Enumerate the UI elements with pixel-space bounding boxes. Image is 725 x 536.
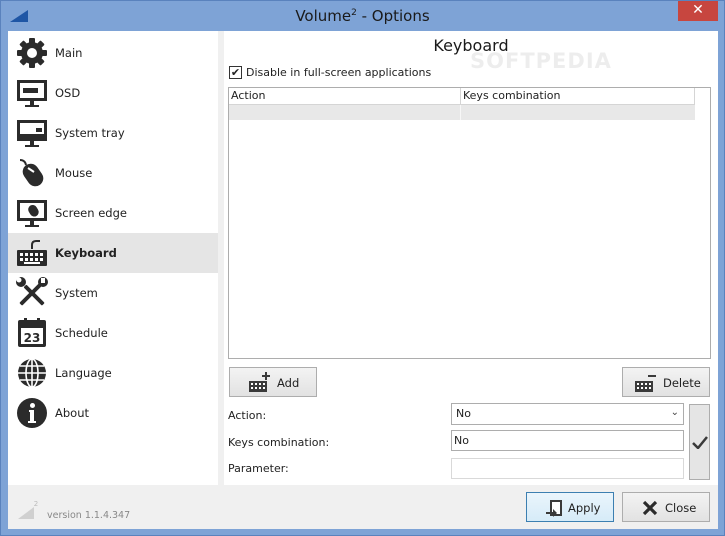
sidebar-item-mouse[interactable]: Mouse bbox=[8, 153, 218, 193]
add-button-label: Add bbox=[277, 376, 300, 390]
window-close-button[interactable]: ✕ bbox=[678, 1, 718, 21]
apply-button[interactable]: Apply bbox=[526, 492, 614, 522]
version-text: version 1.1.4.347 bbox=[47, 510, 131, 521]
sidebar-item-main[interactable]: Main bbox=[8, 33, 218, 73]
logo-superscript: 2 bbox=[34, 500, 38, 508]
close-icon: ✕ bbox=[692, 2, 704, 18]
sidebar-item-about[interactable]: About bbox=[8, 393, 218, 433]
sidebar-item-screen-edge[interactable]: Screen edge bbox=[8, 193, 218, 233]
options-window: Volume2 - Options ✕ Main OSD System tray… bbox=[0, 0, 725, 536]
keyboard-icon bbox=[17, 240, 47, 266]
sidebar-item-label: System bbox=[55, 286, 98, 300]
sidebar-item-osd[interactable]: OSD bbox=[8, 73, 218, 113]
x-mark-icon bbox=[642, 500, 658, 516]
table-row[interactable] bbox=[229, 105, 695, 120]
keys-combination-value: No bbox=[454, 434, 469, 447]
sidebar-item-label: Screen edge bbox=[55, 206, 127, 220]
client-area: Main OSD System tray Mouse Screen edge K… bbox=[8, 31, 718, 529]
cell-divider bbox=[460, 105, 461, 120]
parameter-label: Parameter: bbox=[228, 462, 289, 475]
calendar-day-number: 23 bbox=[24, 331, 41, 345]
window-title: Volume2 - Options bbox=[295, 7, 430, 25]
page-title: Keyboard bbox=[433, 36, 509, 55]
checkmark-icon bbox=[692, 436, 708, 449]
volume-logo-icon: 2 bbox=[18, 500, 38, 519]
sidebar-item-system-tray[interactable]: System tray bbox=[8, 113, 218, 153]
apply-button-label: Apply bbox=[568, 501, 601, 515]
checkbox-label: Disable in full-screen applications bbox=[246, 66, 432, 79]
keyboard-settings-panel: SOFTPEDIA Keyboard ✔ Disable in full-scr… bbox=[224, 31, 718, 485]
column-header-keys-combination[interactable]: Keys combination bbox=[461, 88, 695, 104]
sidebar-item-label: Language bbox=[55, 366, 112, 380]
sidebar-item-schedule[interactable]: 23 Schedule bbox=[8, 313, 218, 353]
info-icon bbox=[17, 398, 47, 428]
apply-icon bbox=[546, 500, 562, 517]
keys-combination-field[interactable]: No bbox=[451, 430, 684, 451]
confirm-hotkey-button[interactable] bbox=[689, 404, 710, 480]
parameter-field[interactable] bbox=[451, 458, 684, 479]
action-label: Action: bbox=[228, 409, 267, 422]
sidebar-item-label: Keyboard bbox=[55, 246, 117, 260]
sidebar-item-label: Mouse bbox=[55, 166, 93, 180]
hotkey-table[interactable]: Action Keys combination bbox=[228, 87, 711, 359]
table-header: Action Keys combination bbox=[229, 88, 695, 105]
monitor-icon bbox=[17, 80, 47, 107]
sidebar-item-label: About bbox=[55, 406, 90, 420]
sidebar-item-keyboard[interactable]: Keyboard bbox=[8, 233, 218, 273]
action-select[interactable]: No ⌄ bbox=[451, 403, 684, 425]
close-button-label: Close bbox=[665, 501, 697, 515]
sidebar-item-label: OSD bbox=[55, 86, 81, 100]
column-header-action[interactable]: Action bbox=[229, 88, 461, 104]
mouse-icon bbox=[19, 159, 44, 187]
keyboard-add-icon bbox=[249, 372, 270, 392]
sidebar: Main OSD System tray Mouse Screen edge K… bbox=[8, 31, 218, 485]
checkbox-checked-icon[interactable]: ✔ bbox=[229, 66, 242, 79]
tray-monitor-icon bbox=[17, 120, 47, 147]
tools-icon bbox=[16, 277, 48, 306]
keys-combination-label: Keys combination: bbox=[228, 436, 330, 449]
keyboard-delete-icon bbox=[635, 375, 656, 392]
chevron-down-icon: ⌄ bbox=[670, 407, 679, 418]
sidebar-item-language[interactable]: Language bbox=[8, 353, 218, 393]
delete-button-label: Delete bbox=[663, 376, 701, 390]
title-bar[interactable]: Volume2 - Options ✕ bbox=[1, 1, 724, 31]
screen-edge-icon bbox=[17, 200, 47, 227]
calendar-icon: 23 bbox=[18, 318, 46, 347]
sidebar-item-system[interactable]: System bbox=[8, 273, 218, 313]
action-select-value: No bbox=[456, 407, 471, 420]
delete-hotkey-button[interactable]: Delete bbox=[622, 367, 710, 397]
close-button[interactable]: Close bbox=[622, 492, 710, 522]
sidebar-item-label: Schedule bbox=[55, 326, 108, 340]
sidebar-item-label: Main bbox=[55, 46, 83, 60]
add-hotkey-button[interactable]: Add bbox=[229, 367, 317, 397]
globe-icon bbox=[18, 358, 46, 388]
sidebar-item-label: System tray bbox=[55, 126, 125, 140]
gear-icon bbox=[17, 38, 47, 68]
